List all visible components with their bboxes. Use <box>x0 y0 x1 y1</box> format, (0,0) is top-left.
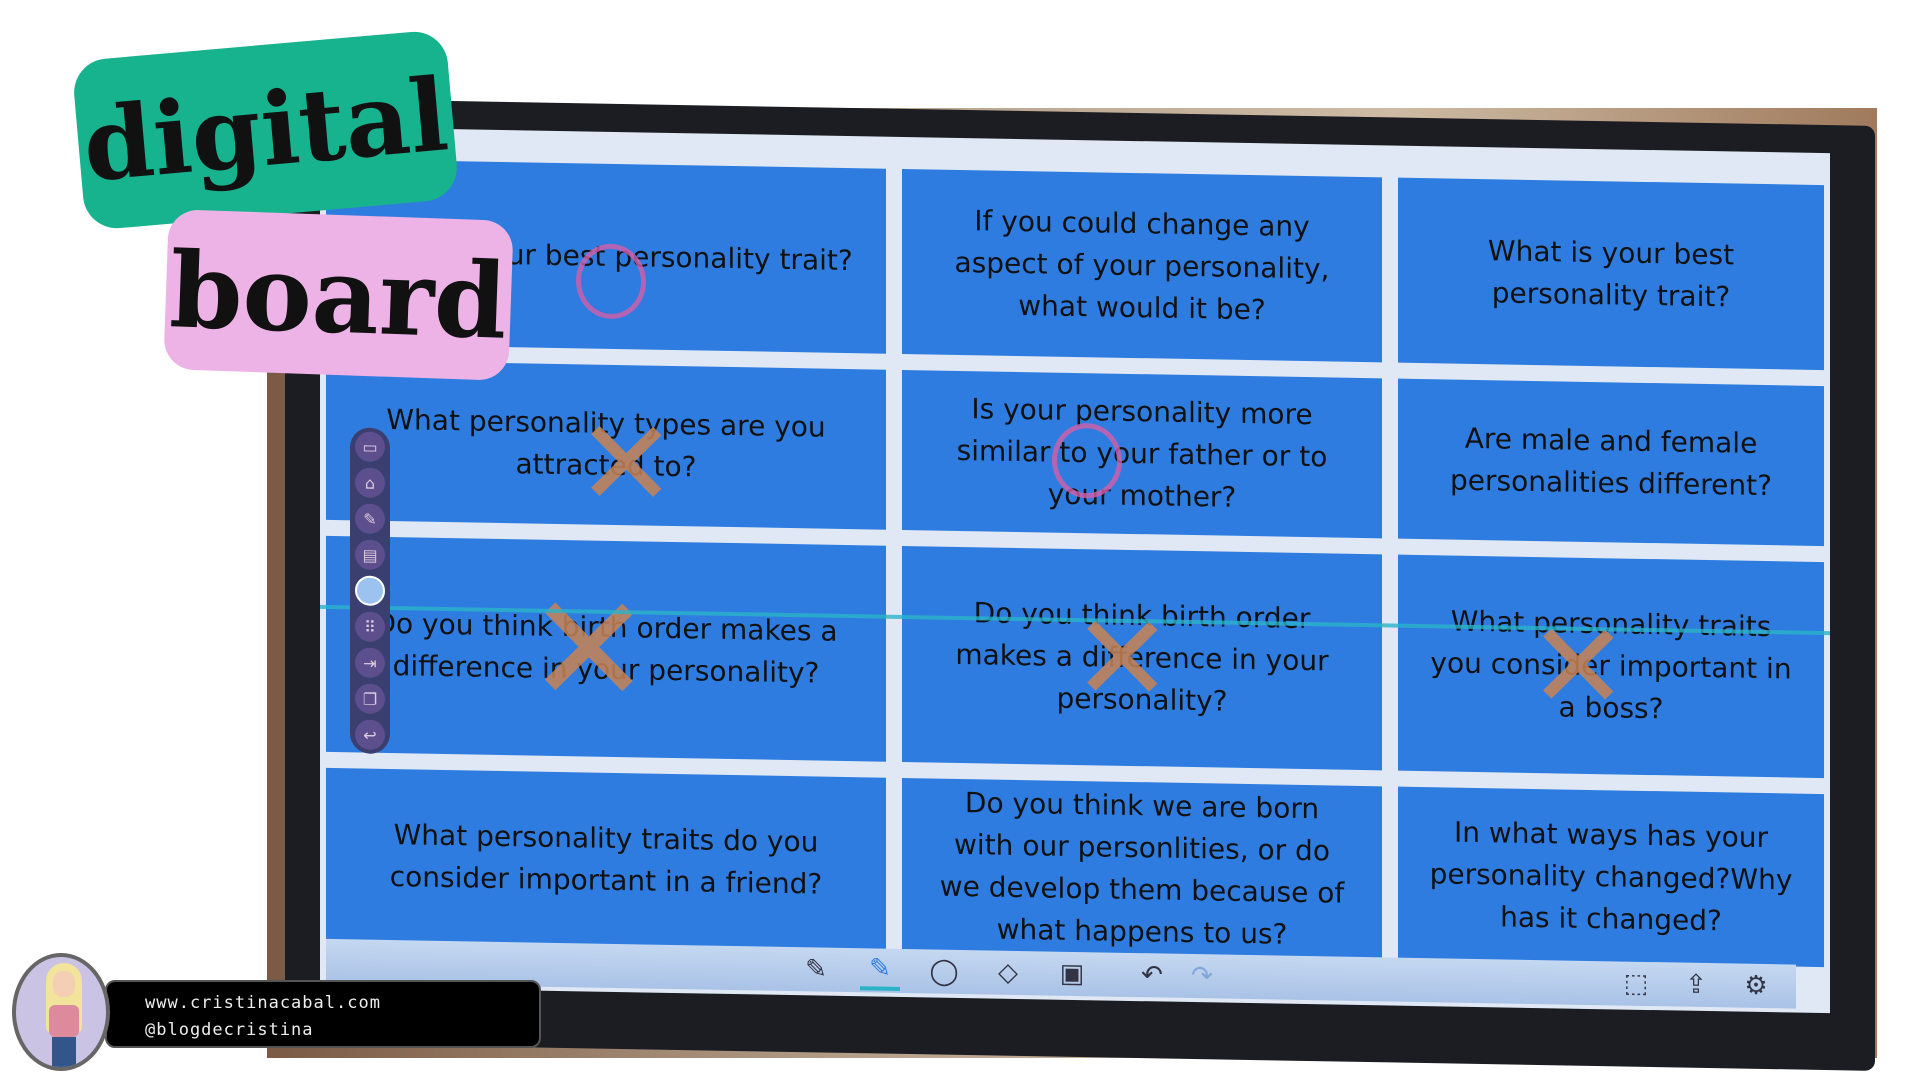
cross-annotation: ✕ <box>1072 588 1173 730</box>
eraser-icon[interactable]: ◇ <box>988 952 1028 993</box>
question-text: In what ways has your personality change… <box>1429 815 1793 937</box>
lasso-icon[interactable]: ◯ <box>924 951 964 992</box>
author-badge: www.cristinacabal.com @blogdecristina <box>105 980 541 1048</box>
home-icon[interactable]: ⌂ <box>355 467 385 498</box>
question-cell[interactable]: What personality types are you attracted… <box>326 359 886 530</box>
question-text: What is your best personality trait? <box>1487 233 1735 313</box>
avatar <box>12 953 110 1071</box>
question-cell[interactable]: What personality traits you consider imp… <box>1398 554 1824 779</box>
side-menu: ▭ ⌂ ✎ ▤ ⠿ ⇥ ❐ ↩ <box>350 427 390 755</box>
whiteboard-icon[interactable]: ▤ <box>355 539 385 570</box>
question-cell[interactable]: Do you think birth order makes a differe… <box>902 545 1382 771</box>
board-label: board <box>163 209 514 381</box>
question-grid: What is your best personality trait? If … <box>326 158 1824 968</box>
settings-icon[interactable]: ⚙ <box>1736 966 1776 1007</box>
question-cell[interactable]: Do you think we are born with our person… <box>902 777 1382 960</box>
digital-label: digital <box>71 28 460 232</box>
question-text: Are male and female personalities differ… <box>1450 421 1772 503</box>
note-icon[interactable]: ✎ <box>355 503 385 534</box>
back-icon[interactable]: ↩ <box>355 719 385 750</box>
question-cell[interactable]: Is your personality more similar to your… <box>902 369 1382 539</box>
cross-annotation: ✕ <box>576 394 677 530</box>
question-text: Do you think we are born with our person… <box>939 785 1345 951</box>
pink-circle-annotation <box>1052 422 1122 499</box>
cross-annotation: ✕ <box>526 562 652 739</box>
menu-toggle-icon[interactable] <box>355 575 385 606</box>
question-text: If you could change any aspect of your p… <box>954 203 1330 326</box>
undo-icon[interactable]: ↶ <box>1132 955 1172 996</box>
windows-icon[interactable]: ❐ <box>355 683 385 714</box>
pc-icon[interactable]: ▭ <box>355 431 385 462</box>
question-text: What personality traits do you consider … <box>389 817 823 901</box>
share-icon[interactable]: ⇪ <box>1676 964 1716 1005</box>
cross-annotation: ✕ <box>1528 596 1629 738</box>
pen-icon[interactable]: ✎ <box>796 949 836 990</box>
pink-circle-annotation <box>576 243 646 320</box>
apps-icon[interactable]: ⠿ <box>355 611 385 642</box>
question-text: Is your personality more similar to your… <box>956 392 1328 514</box>
screenshot-icon[interactable]: ⬚ <box>1616 963 1656 1004</box>
handle-text: @blogdecristina <box>145 1020 314 1040</box>
question-cell[interactable]: If you could change any aspect of your p… <box>902 168 1382 363</box>
board-screen: What is your best personality trait? If … <box>320 126 1830 1014</box>
question-cell[interactable]: In what ways has your personality change… <box>1398 786 1824 968</box>
question-cell[interactable]: Are male and female personalities differ… <box>1398 378 1824 547</box>
input-source-icon[interactable]: ⇥ <box>355 647 385 678</box>
redo-icon[interactable]: ↷ <box>1182 956 1222 997</box>
whiteboard-icon[interactable]: ▣ <box>1052 954 1092 995</box>
question-cell[interactable]: What is your best personality trait? <box>1398 177 1824 371</box>
question-cell[interactable]: Do you think birth order makes a differe… <box>326 535 886 762</box>
question-cell[interactable]: What personality traits do you consider … <box>326 767 886 951</box>
highlighter-icon[interactable]: ✎ <box>860 950 900 991</box>
website-text: www.cristinacabal.com <box>145 993 381 1013</box>
